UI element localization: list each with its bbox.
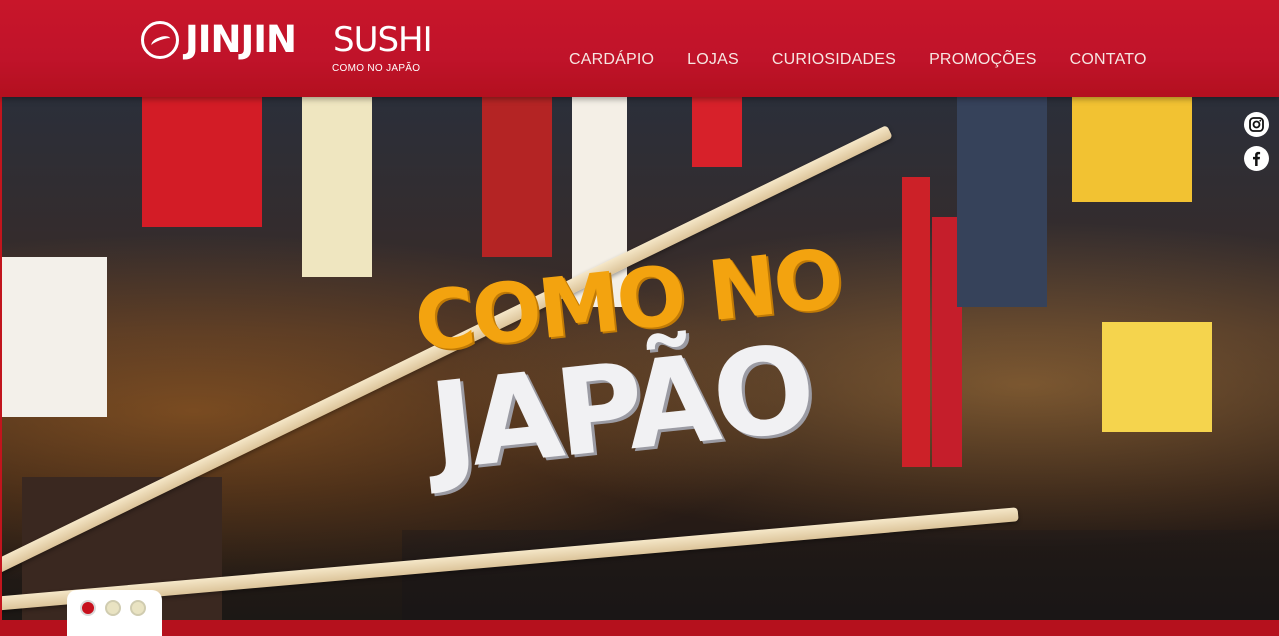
nav-item-cardapio[interactable]: CARDÁPIO: [569, 51, 654, 69]
main-nav: CARDÁPIO LOJAS CURIOSIDADES PROMOÇÕES CO…: [569, 51, 1147, 69]
site-header: JINJIN SUSHI COMO NO JAPÃO CARDÁPIO LOJA…: [0, 0, 1279, 97]
logo-brand-primary: JINJIN: [185, 18, 297, 61]
slide-dot-3[interactable]: [130, 600, 146, 616]
logo-tagline: COMO NO JAPÃO: [332, 63, 421, 74]
street-sign: [1072, 97, 1192, 202]
slide-dot-1-active[interactable]: [80, 600, 96, 616]
slider-pagination: [67, 590, 162, 636]
street-sign: [482, 97, 552, 257]
nav-item-curiosidades[interactable]: CURIOSIDADES: [772, 51, 896, 69]
fish-logo-icon: [141, 21, 179, 59]
instagram-icon[interactable]: [1244, 112, 1269, 137]
street-sign: [692, 97, 742, 167]
street-sign: [302, 97, 372, 277]
nav-item-contato[interactable]: CONTATO: [1070, 51, 1147, 69]
street-sign: [1102, 322, 1212, 432]
logo-brand-secondary: SUSHI: [333, 20, 433, 60]
building: [957, 97, 1047, 307]
slide-dot-2[interactable]: [105, 600, 121, 616]
bottom-bar: [0, 620, 1279, 636]
street-sign: [142, 97, 262, 227]
street-sign: [2, 257, 107, 417]
nav-item-lojas[interactable]: LOJAS: [687, 51, 739, 69]
facebook-icon[interactable]: [1244, 146, 1269, 171]
site-logo[interactable]: JINJIN SUSHI COMO NO JAPÃO: [141, 18, 433, 77]
hero-banner: COMO NO JAPÃO: [2, 97, 1279, 620]
crowd: [402, 530, 1279, 620]
nav-item-promocoes[interactable]: PROMOÇÕES: [929, 51, 1037, 69]
